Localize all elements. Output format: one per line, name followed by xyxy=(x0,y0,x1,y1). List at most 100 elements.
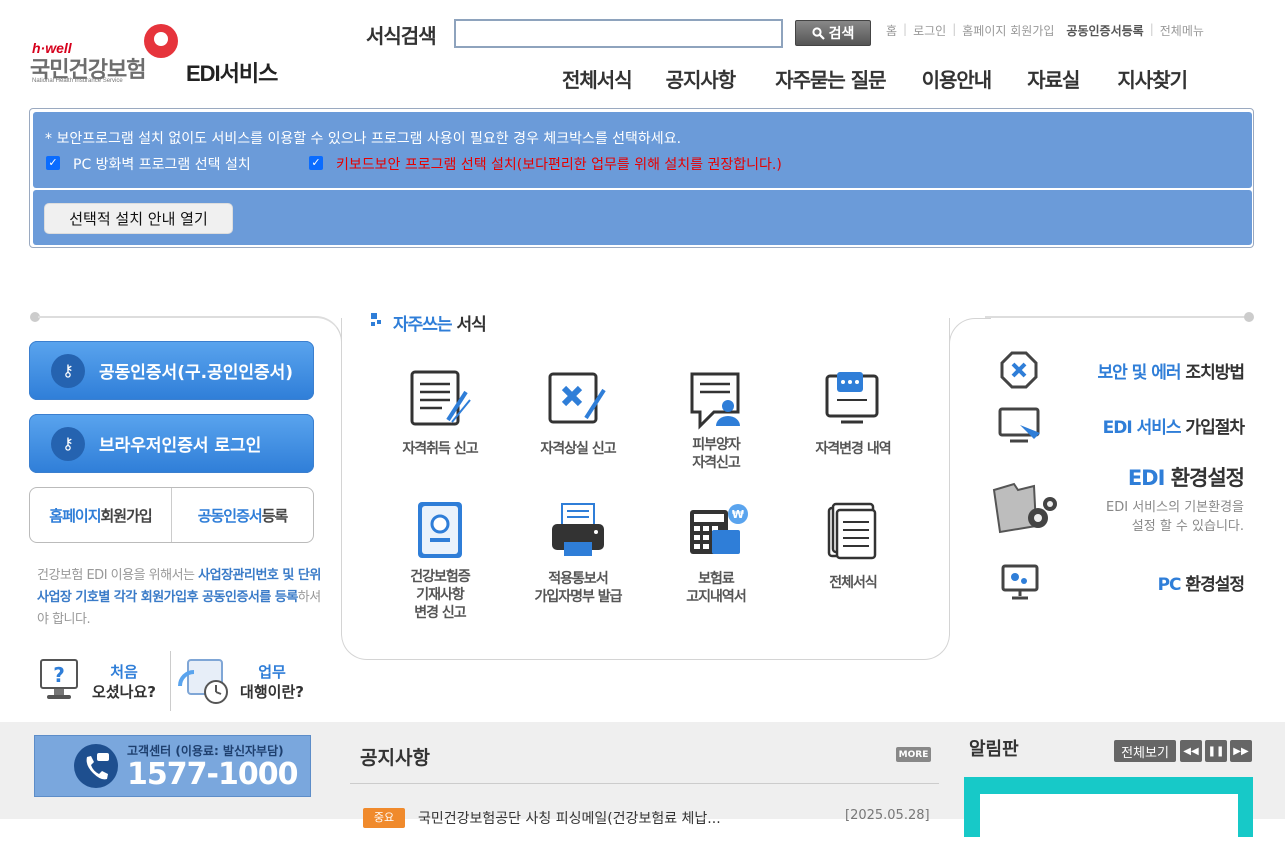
notice-title: 공지사항 xyxy=(360,747,430,769)
edi-env-text: EDI 환경설정 EDI 서비스의 기본환경을 설정 할 수 있습니다. xyxy=(1106,462,1245,536)
key-icon: ⚷ xyxy=(51,353,85,388)
edi-environment-settings[interactable]: EDI 환경설정 EDI 서비스의 기본환경을 설정 할 수 있습니다. xyxy=(990,462,1245,542)
membership-info: 건강보험 EDI 이용을 위해서는 사업장관리번호 및 단위 사업장 기호별 각… xyxy=(37,565,327,631)
heart-icon xyxy=(144,24,178,58)
board-slide[interactable] xyxy=(964,777,1253,844)
customer-center-banner[interactable]: 고객센터 (이용료: 발신자부담) 1577-1000 xyxy=(34,735,311,797)
install-guide-button[interactable]: 선택적 설치 안내 열기 xyxy=(44,203,233,234)
title-bullet xyxy=(377,320,381,324)
form-label: 자격변경 내역 xyxy=(815,441,891,457)
form-notice-certificate[interactable]: 적용통보서 가입자명부 발급 xyxy=(518,500,638,606)
utility-links: 홈 | 로그인 | 홈페이지 회원가입 공동인증서등록 | 전체메뉴 xyxy=(886,22,1204,39)
document-pen-icon xyxy=(408,370,472,430)
firewall-label[interactable]: PC 방화벽 프로그램 선택 설치 xyxy=(73,154,251,174)
monitor-chat-icon xyxy=(821,370,885,430)
board-slide-content xyxy=(980,794,1238,844)
nav-branch-finder[interactable]: 지사찾기 xyxy=(1117,64,1188,93)
join-b-strong: 공동인증서 xyxy=(197,506,263,525)
search-icon xyxy=(812,26,825,40)
search-input[interactable] xyxy=(454,19,783,48)
form-insurance-card-change[interactable]: 건강보험증 기재사항 변경 신고 xyxy=(380,500,500,622)
notice-item-link[interactable]: 국민건강보험공단 사칭 피싱메일(건강보험료 체납... xyxy=(418,808,721,828)
form-dependent-qualification[interactable]: 피부양자 자격신고 xyxy=(656,370,776,472)
connector-line-right xyxy=(985,316,1245,318)
search-button[interactable]: 검색 xyxy=(795,20,871,46)
form-premium-notice[interactable]: ₩ 보험료 고지내역서 xyxy=(656,500,776,606)
agency-line1: 업무 xyxy=(258,663,286,681)
join-accent: EDI 서비스 xyxy=(1102,417,1182,438)
edi-join-procedure[interactable]: EDI 서비스 가입절차 xyxy=(998,405,1245,445)
forms-title-accent: 자주쓰는 xyxy=(393,315,453,335)
notice-divider xyxy=(350,783,939,784)
util-login[interactable]: 로그인 xyxy=(913,22,946,39)
nav-guide[interactable]: 이용안내 xyxy=(922,64,993,93)
first-visit-line1: 처음 xyxy=(110,663,138,681)
security-guide-bar: 선택적 설치 안내 열기 xyxy=(33,190,1252,245)
octagon-x-icon xyxy=(1000,351,1038,389)
join-b-rest: 등록 xyxy=(261,506,289,525)
divider xyxy=(170,651,171,711)
browser-login-label: 브라우저인증서 로그인 xyxy=(99,436,262,456)
form-qualification-loss[interactable]: 자격상실 신고 xyxy=(518,370,638,458)
util-cert-register[interactable]: 공동인증서등록 xyxy=(1066,22,1143,39)
dependent-document-icon xyxy=(684,370,748,430)
board-prev-button[interactable]: ◀◀ xyxy=(1180,740,1202,762)
cs-label: 고객센터 (이용료: 발신자부담) xyxy=(127,743,284,758)
env-desc-2: 설정 할 수 있습니다. xyxy=(1131,519,1244,534)
nav-all-forms[interactable]: 전체서식 xyxy=(562,64,633,93)
notice-important-badge: 중요 xyxy=(363,808,405,828)
env-desc-1: EDI 서비스의 기본환경을 xyxy=(1106,500,1244,515)
board-view-all-button[interactable]: 전체보기 xyxy=(1114,740,1176,762)
form-qualification-change[interactable]: 자격변경 내역 xyxy=(793,370,913,458)
title-bullet xyxy=(371,313,377,319)
form-label: 피부양자 자격신고 xyxy=(692,437,741,471)
security-error-guide[interactable]: 보안 및 에러 조치방법 xyxy=(998,350,1245,390)
service-title: EDI서비스 xyxy=(186,61,278,86)
svg-text:₩: ₩ xyxy=(732,508,744,521)
form-label: 보험료 고지내역서 xyxy=(686,571,746,605)
first-visit-link[interactable]: ? 처음 오셨나요? xyxy=(37,656,167,706)
nav-library[interactable]: 자료실 xyxy=(1027,64,1080,93)
nav-faq[interactable]: 자주묻는 질문 xyxy=(775,64,886,93)
board-next-button[interactable]: ▶▶ xyxy=(1230,740,1252,762)
env-rest: 환경설정 xyxy=(1164,466,1245,490)
util-all-menu[interactable]: 전체메뉴 xyxy=(1160,22,1204,39)
security-program-panel: * 보안프로그램 설치 없이도 서비스를 이용할 수 있으나 프로그램 사용이 … xyxy=(29,108,1254,248)
firewall-checkbox[interactable]: ✓ xyxy=(46,156,60,170)
pc-rest: 환경설정 xyxy=(1180,574,1245,595)
key-icon: ⚷ xyxy=(51,426,85,461)
cert-register-link[interactable]: 공동인증서 등록 xyxy=(172,488,313,542)
error-rest: 조치방법 xyxy=(1180,362,1245,383)
nav-notice[interactable]: 공지사항 xyxy=(666,64,737,93)
pc-env-text: PC 환경설정 xyxy=(1158,570,1245,595)
notice-item-date: [2025.05.28] xyxy=(845,808,930,823)
util-join[interactable]: 홈페이지 회원가입 xyxy=(962,22,1054,39)
notice-more-button[interactable]: MORE xyxy=(896,747,931,762)
form-all[interactable]: 전체서식 xyxy=(793,500,913,592)
browser-cert-login-button[interactable]: ⚷ 브라우저인증서 로그인 xyxy=(29,414,314,473)
forms-title-rest: 서식 xyxy=(451,315,486,335)
keyboard-security-label[interactable]: 키보드보안 프로그램 선택 설치(보다편리한 업무를 위해 설치를 권장합니다.… xyxy=(336,154,782,174)
homepage-join-link[interactable]: 홈페이지 회원가입 xyxy=(30,488,172,542)
board-pause-button[interactable]: ❚❚ xyxy=(1205,740,1227,762)
nhis-logo[interactable]: h·well 국민건강보험 National Health Insurance … xyxy=(28,22,298,92)
info-part-1: 건강보험 EDI 이용을 위해서는 xyxy=(37,568,199,583)
edi-join-text: EDI 서비스 가입절차 xyxy=(1102,413,1245,438)
util-home[interactable]: 홈 xyxy=(886,22,897,39)
rewind-icon: ◀◀ xyxy=(1183,745,1199,757)
connector-dot-right xyxy=(1244,312,1254,322)
svg-text:?: ? xyxy=(53,663,65,687)
first-visit-line2: 오셨나요? xyxy=(92,683,156,701)
monitor-click-icon xyxy=(998,407,1040,443)
keyboard-security-checkbox[interactable]: ✓ xyxy=(309,156,323,170)
pc-environment-settings[interactable]: PC 환경설정 xyxy=(1000,562,1245,602)
join-links: 홈페이지 회원가입 공동인증서 등록 xyxy=(29,487,314,543)
error-accent: 보안 및 에러 xyxy=(1097,362,1181,383)
cs-text: 고객센터 (이용료: 발신자부담) 1577-1000 xyxy=(127,742,298,791)
cert-login-label: 공동인증서(구.공인인증서) xyxy=(99,363,294,383)
form-qualification-acquire[interactable]: 자격취득 신고 xyxy=(380,370,500,458)
cert-login-button[interactable]: ⚷ 공동인증서(구.공인인증서) xyxy=(29,341,314,400)
agency-link[interactable]: 업무 대행이란? xyxy=(178,656,318,706)
folder-gear-icon xyxy=(992,482,1057,534)
stacked-documents-icon xyxy=(821,500,885,560)
